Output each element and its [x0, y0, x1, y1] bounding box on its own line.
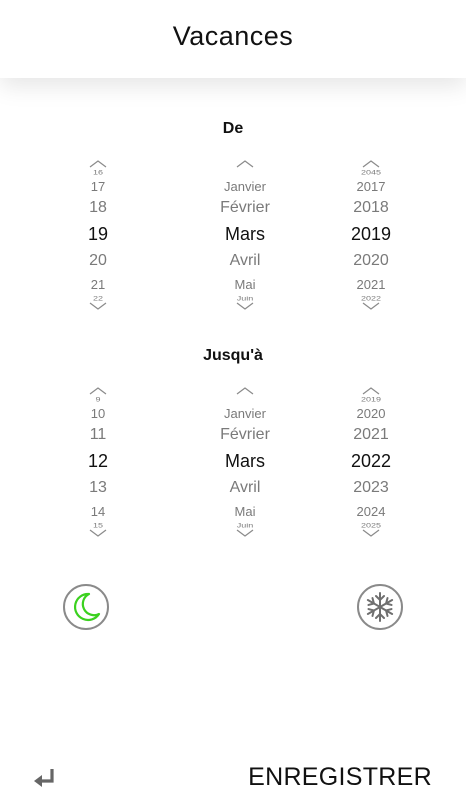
from-day-selected[interactable]: 19 — [38, 218, 158, 246]
from-month-edge-top — [185, 169, 305, 175]
to-year-option[interactable]: 2024 — [311, 499, 431, 521]
to-year-option[interactable]: 2023 — [311, 473, 431, 499]
to-month-option[interactable]: Février — [185, 421, 305, 445]
to-label: Jusqu'à — [203, 347, 263, 364]
back-button[interactable] — [30, 764, 60, 794]
from-day-edge-top: 16 — [92, 169, 103, 175]
from-month-edge-bottom: Juin — [236, 295, 254, 301]
to-day-selected[interactable]: 12 — [38, 445, 158, 473]
from-day-option[interactable]: 20 — [38, 246, 158, 272]
from-month-option[interactable]: Mai — [185, 272, 305, 294]
to-month-option[interactable]: Avril — [185, 473, 305, 499]
to-month-option[interactable]: Janvier — [185, 405, 305, 421]
night-toggle-button[interactable] — [63, 584, 109, 630]
from-month-wheel[interactable]: Janvier Février Mars Avril Mai Juin — [185, 160, 305, 320]
chevron-down-icon[interactable] — [89, 302, 107, 310]
chevron-up-icon[interactable] — [362, 160, 380, 168]
from-label: De — [222, 120, 244, 137]
save-button[interactable]: ENREGISTRER — [248, 760, 432, 794]
to-day-option[interactable]: 14 — [38, 499, 158, 521]
to-month-edge-bottom: Juin — [236, 522, 254, 528]
from-year-option[interactable]: 2020 — [311, 246, 431, 272]
page-title: Vacances — [172, 20, 294, 51]
chevron-up-icon[interactable] — [236, 387, 254, 395]
from-year-option[interactable]: 2017 — [311, 178, 431, 194]
app-header: Vacances — [0, 0, 466, 78]
to-day-wheel[interactable]: 9 10 11 12 13 14 15 — [38, 387, 158, 547]
to-month-selected[interactable]: Mars — [185, 445, 305, 473]
from-day-option[interactable]: 18 — [38, 194, 158, 218]
from-year-edge-top: 2045 — [360, 169, 382, 175]
to-month-option[interactable]: Mai — [185, 499, 305, 521]
to-year-selected[interactable]: 2022 — [311, 445, 431, 473]
snowflake-icon — [366, 592, 394, 622]
from-month-selected[interactable]: Mars — [185, 218, 305, 246]
from-year-option[interactable]: 2018 — [311, 194, 431, 218]
to-year-edge-top: 2019 — [360, 396, 382, 402]
from-year-wheel[interactable]: 2045 2017 2018 2019 2020 2021 2022 — [311, 160, 431, 320]
to-date-picker: 9 10 11 12 13 14 15 Janvier Février Mars… — [0, 387, 466, 547]
chevron-down-icon[interactable] — [362, 302, 380, 310]
from-day-wheel[interactable]: 16 17 18 19 20 21 22 — [38, 160, 158, 320]
from-month-option[interactable]: Janvier — [185, 178, 305, 194]
to-month-wheel[interactable]: Janvier Février Mars Avril Mai Juin — [185, 387, 305, 547]
from-year-option[interactable]: 2021 — [311, 272, 431, 294]
to-month-edge-top — [185, 396, 305, 402]
from-month-option[interactable]: Avril — [185, 246, 305, 272]
winter-toggle-button[interactable] — [357, 584, 403, 630]
to-day-option[interactable]: 11 — [38, 421, 158, 445]
from-day-option[interactable]: 17 — [38, 178, 158, 194]
from-month-option[interactable]: Février — [185, 194, 305, 218]
from-date-picker: 16 17 18 19 20 21 22 Janvier Février Mar… — [0, 160, 466, 320]
to-year-edge-bottom: 2025 — [360, 522, 382, 528]
from-day-edge-bottom: 22 — [92, 295, 103, 301]
from-day-option[interactable]: 21 — [38, 272, 158, 294]
chevron-up-icon[interactable] — [89, 160, 107, 168]
to-year-option[interactable]: 2020 — [311, 405, 431, 421]
to-day-option[interactable]: 13 — [38, 473, 158, 499]
from-year-edge-bottom: 2022 — [360, 295, 382, 301]
moon-icon — [74, 592, 101, 621]
to-year-option[interactable]: 2021 — [311, 421, 431, 445]
chevron-up-icon[interactable] — [89, 387, 107, 395]
chevron-down-icon[interactable] — [236, 302, 254, 310]
from-year-selected[interactable]: 2019 — [311, 218, 431, 246]
chevron-up-icon[interactable] — [236, 160, 254, 168]
to-year-wheel[interactable]: 2019 2020 2021 2022 2023 2024 2025 — [311, 387, 431, 547]
return-arrow-icon — [34, 769, 54, 787]
to-day-option[interactable]: 10 — [38, 405, 158, 421]
chevron-down-icon[interactable] — [236, 529, 254, 537]
chevron-down-icon[interactable] — [89, 529, 107, 537]
to-day-edge-top: 9 — [95, 396, 101, 402]
to-day-edge-bottom: 15 — [92, 522, 103, 528]
chevron-down-icon[interactable] — [362, 529, 380, 537]
chevron-up-icon[interactable] — [362, 387, 380, 395]
